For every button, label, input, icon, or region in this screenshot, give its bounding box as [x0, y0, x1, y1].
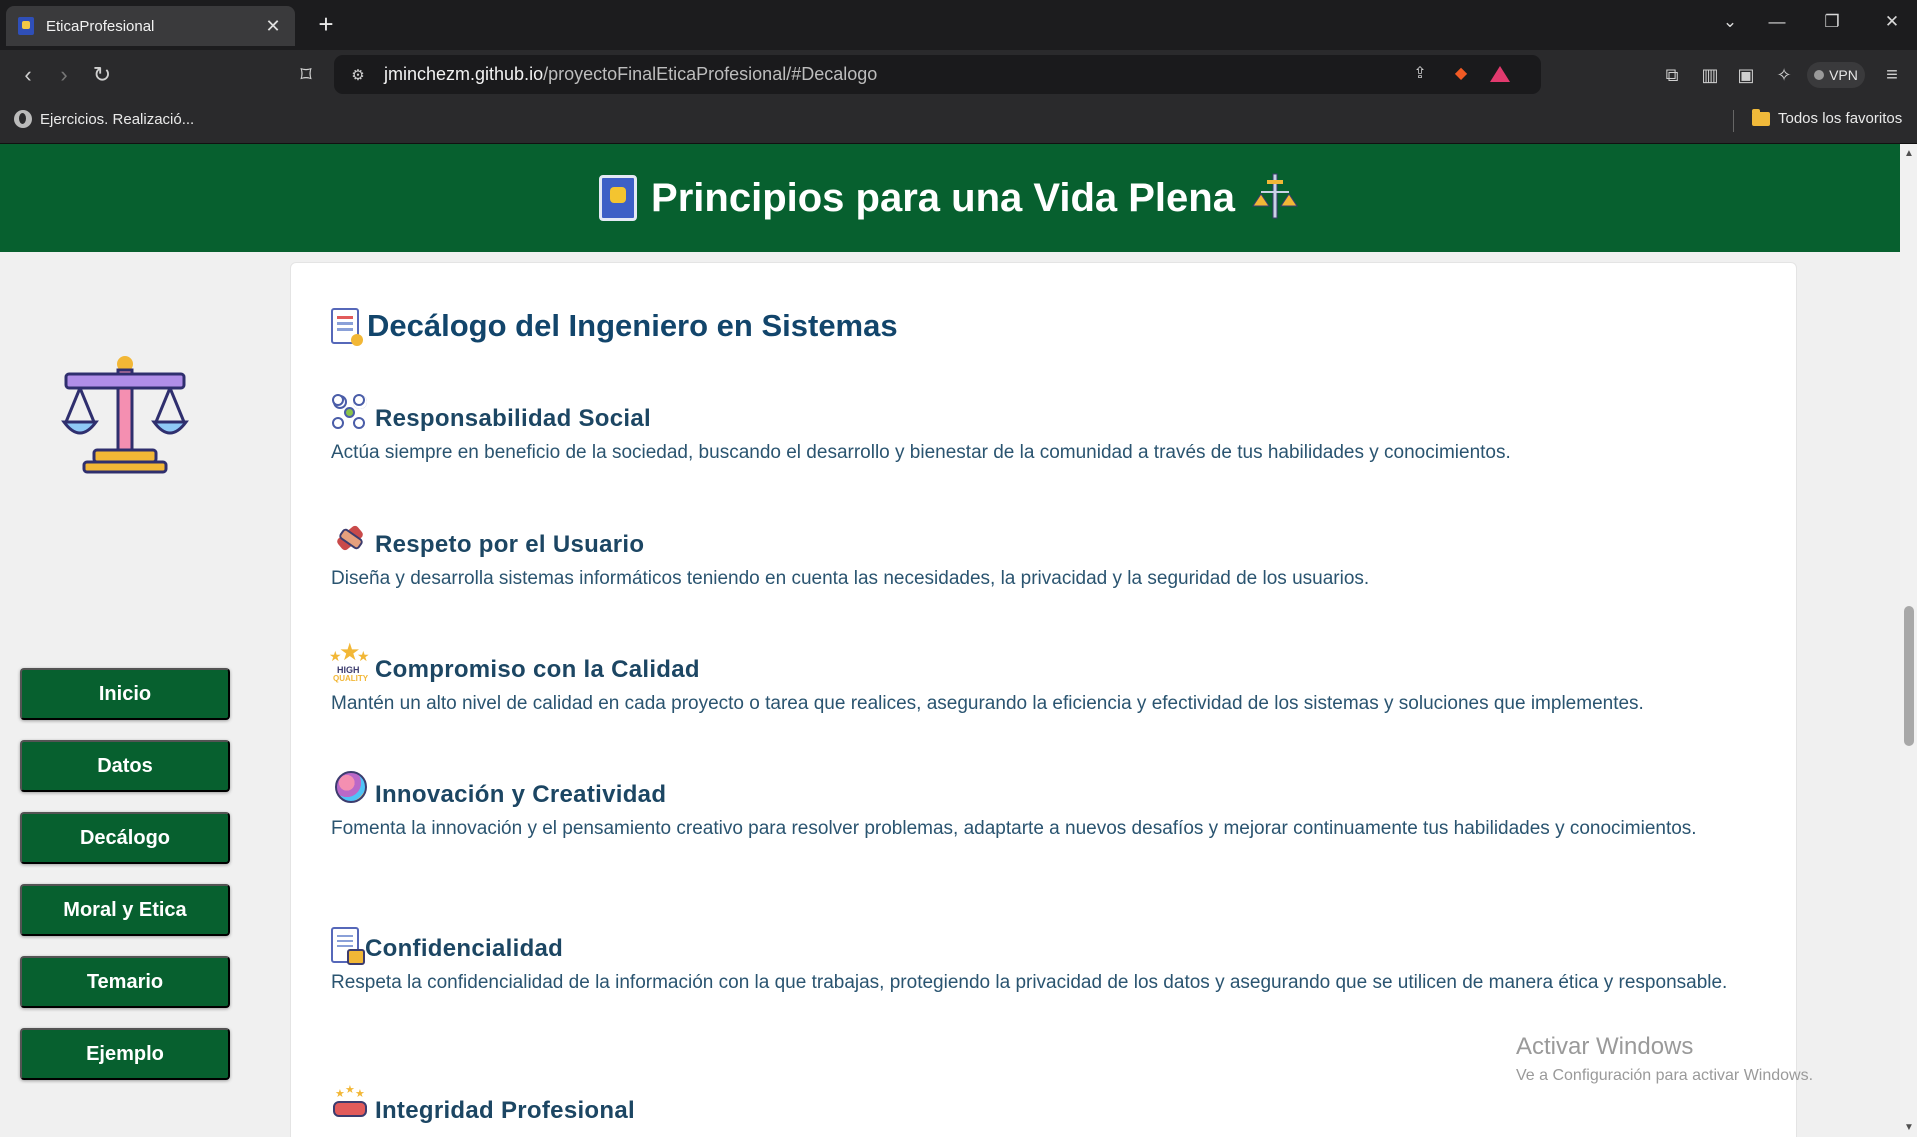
item-title: Responsabilidad Social [375, 405, 652, 432]
browser-tab[interactable]: EticaProfesional ✕ [6, 6, 295, 46]
bookmarks-bar: Ejercicios. Realizació... [0, 100, 1917, 144]
url-text[interactable]: jminchezm.github.io/proyectoFinalEticaPr… [384, 64, 877, 85]
leo-ai-icon[interactable]: ✧ [1770, 62, 1798, 90]
reload-icon[interactable]: ↻ [88, 62, 116, 90]
vpn-label: VPN [1829, 67, 1858, 83]
nav-datos-button[interactable]: Datos [20, 740, 230, 792]
watermark-subtitle: Ve a Configuración para activar Windows. [1516, 1067, 1814, 1084]
item-title: Compromiso con la Calidad [375, 656, 700, 683]
decalogo-item: ★ ★ ★ HIGH QUALITY Compromiso con la Calid… [329, 639, 1751, 720]
site-header: Principios para una Vida Plena [0, 144, 1900, 252]
item-title: Integridad Profesional [375, 1097, 635, 1124]
scroll-up-icon[interactable]: ▲ [1904, 148, 1914, 159]
item-title: Respeto por el Usuario [375, 531, 645, 558]
nav-ejemplo-button[interactable]: Ejemplo [20, 1028, 230, 1080]
all-bookmarks-button[interactable]: Todos los favoritos [1752, 108, 1903, 127]
address-bar[interactable]: ⚙ jminchezm.github.io/proyectoFinalEtica… [334, 55, 1541, 94]
site-info-icon[interactable]: ⚙ [348, 66, 368, 84]
sidebar-icon[interactable]: ▥ [1696, 62, 1724, 90]
decalogo-item: Confidencialidad Respeta la confidencial… [331, 927, 1751, 999]
item-text: Fomenta la innovación y el pensamiento c… [331, 818, 1697, 839]
item-text: Actúa siempre en beneficio de la socieda… [331, 442, 1511, 463]
share-icon[interactable]: ⇪ [1408, 63, 1432, 83]
section-title: Decálogo del Ingeniero en Sistemas [367, 308, 898, 343]
all-bookmarks-label: Todos los favoritos [1778, 110, 1903, 127]
nav-moral-etica-button[interactable]: Moral y Etica [20, 884, 230, 936]
close-window-icon[interactable]: ✕ [1880, 12, 1904, 32]
vpn-status-icon [1814, 70, 1825, 80]
tab-bar: EticaProfesional ✕ + ⌄ — ❐ ✕ [0, 0, 1917, 50]
windows-activation-watermark: Activar Windows Ve a Configuración para … [1516, 1033, 1813, 1085]
decalogo-item: ★ ★ ★ Integridad Profesional [331, 1084, 1751, 1129]
sidebar: Inicio Datos Decálogo Moral y Etica Tema… [0, 252, 250, 1137]
bookmark-label: Ejercicios. Realizació... [40, 110, 195, 128]
integrity-handshake-icon: ★ ★ ★ [331, 1084, 369, 1125]
watermark-title: Activar Windows [1516, 1033, 1694, 1060]
nav-decalogo-button[interactable]: Decálogo [20, 812, 230, 864]
new-tab-button[interactable]: + [312, 10, 340, 38]
item-text: Mantén un alto nivel de calidad en cada … [331, 693, 1644, 714]
scroll-down-icon[interactable]: ▼ [1904, 1122, 1914, 1133]
restore-icon[interactable]: ❐ [1820, 12, 1844, 32]
decalogo-item: Respeto por el Usuario Diseña y desarrol… [331, 519, 1751, 595]
folder-icon [1752, 108, 1770, 126]
bookmark-item[interactable]: Ejercicios. Realizació... [14, 110, 194, 128]
bookmarks-divider [1733, 110, 1734, 132]
locked-document-icon [331, 927, 365, 965]
book-icon [599, 175, 638, 221]
decalogo-card: Decálogo del Ingeniero en Sistemas Respo… [290, 262, 1797, 1137]
minimize-icon[interactable]: — [1765, 12, 1789, 32]
web-page: Principios para una Vida Plena Inicio Da… [0, 144, 1900, 1137]
brave-shields-icon[interactable]: ◆ [1449, 63, 1473, 83]
page-title: Principios para una Vida Plena [651, 175, 1235, 220]
back-icon[interactable]: ‹ [14, 62, 42, 90]
item-text: Respeta la confidencialidad de la inform… [331, 972, 1728, 993]
book-favicon-icon [18, 17, 34, 35]
high-quality-icon: ★ ★ ★ HIGH QUALITY [329, 639, 370, 683]
vpn-button[interactable]: VPN [1807, 62, 1865, 88]
close-tab-icon[interactable]: ✕ [263, 16, 283, 37]
chevron-down-icon[interactable]: ⌄ [1718, 12, 1742, 32]
globe-icon [14, 110, 32, 128]
scale-logo-icon [61, 356, 189, 474]
handshake-icon [331, 519, 369, 559]
brain-icon [331, 769, 369, 809]
sword-scale-icon [1252, 173, 1298, 219]
item-title: Confidencialidad [365, 935, 564, 962]
decalogo-item: Innovación y Creatividad Fomenta la inno… [331, 769, 1751, 845]
nav-inicio-button[interactable]: Inicio [20, 668, 230, 720]
item-text: Diseña y desarrolla sistemas informático… [331, 568, 1370, 589]
scrollbar-thumb[interactable] [1904, 606, 1914, 746]
tab-title: EticaProfesional [46, 17, 155, 35]
extensions-icon[interactable]: ⧉ [1658, 62, 1686, 90]
forward-icon[interactable]: › [50, 62, 78, 90]
item-title: Innovación y Creatividad [375, 781, 667, 808]
network-people-icon [331, 393, 369, 433]
brave-rewards-icon[interactable] [1490, 66, 1514, 82]
decalogo-item: Responsabilidad Social Actúa siempre en … [331, 393, 1751, 469]
bookmark-icon[interactable]: ⌑ [292, 62, 320, 90]
document-icon [331, 308, 363, 346]
section-header: Decálogo del Ingeniero en Sistemas [331, 308, 898, 346]
menu-icon[interactable]: ≡ [1878, 62, 1906, 90]
nav-temario-button[interactable]: Temario [20, 956, 230, 1008]
page-scrollbar[interactable]: ▲ ▼ [1900, 144, 1917, 1137]
wallet-icon[interactable]: ▣ [1732, 62, 1760, 90]
